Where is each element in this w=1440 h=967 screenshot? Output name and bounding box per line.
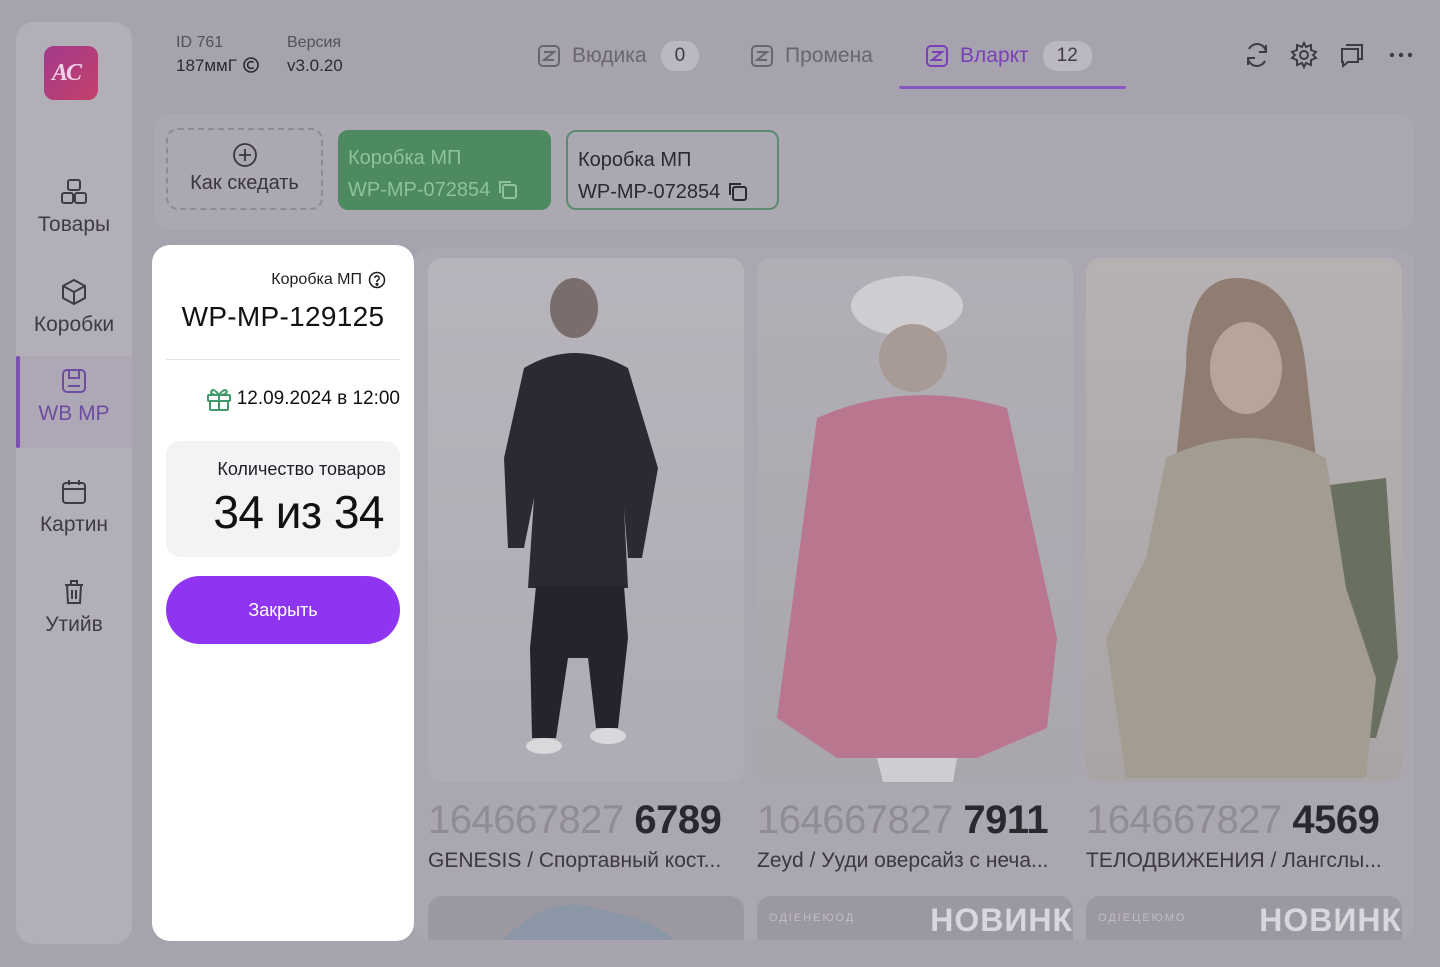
refresh-icon[interactable] bbox=[1242, 40, 1272, 70]
product-card-partial[interactable]: ОДІЕЦЕЮМО НОВИНК bbox=[1086, 896, 1402, 940]
box-date: 12.09.2024 в 12:00 bbox=[205, 385, 400, 413]
close-button[interactable]: Закрыть bbox=[166, 576, 400, 644]
account-id: ID 761 187ммГ bbox=[176, 34, 260, 76]
tab-count-badge: 0 bbox=[660, 41, 700, 71]
divider bbox=[166, 359, 400, 360]
chat-icon[interactable] bbox=[1337, 40, 1367, 70]
tab-changes[interactable]: Промена bbox=[749, 38, 873, 74]
copyright-icon bbox=[242, 57, 259, 73]
tab-document-icon bbox=[538, 45, 560, 67]
product-name: Zeyd / Ууди оверсайз с неча... bbox=[757, 849, 1049, 872]
product-photo bbox=[757, 258, 1073, 782]
product-sku: 164667827 6789 bbox=[428, 798, 722, 842]
model-silhouette bbox=[1106, 278, 1398, 778]
tab-new[interactable]: Вюдика 0 bbox=[536, 38, 700, 74]
create-box-button[interactable]: Как скедать bbox=[166, 128, 323, 210]
tab-document-icon bbox=[751, 45, 773, 67]
calendar-icon bbox=[62, 480, 86, 504]
sidebar-item-label: Коробки bbox=[33, 313, 115, 336]
product-card-partial[interactable] bbox=[428, 896, 744, 940]
app-logo[interactable]: AC bbox=[44, 46, 98, 100]
plus-circle-icon bbox=[232, 143, 257, 167]
sidebar-item-label: WB MP bbox=[38, 402, 110, 425]
new-badge: НОВИНК bbox=[1259, 902, 1402, 938]
partial-photo bbox=[502, 904, 675, 940]
tab-document-icon bbox=[926, 45, 948, 67]
box-details-popup: Коробка МП WP-MP-129125 12.09.2024 в 12:… bbox=[152, 245, 414, 941]
settings-icon[interactable] bbox=[1289, 40, 1319, 70]
product-name: GENESIS / Спортавный кост... bbox=[428, 849, 722, 872]
box-icon bbox=[62, 278, 86, 306]
sidebar-item-label: Товары bbox=[37, 213, 111, 236]
sidebar: AC Товары Коробки WB MP Картин Утийв bbox=[16, 22, 132, 944]
items-count-value: 34 из 34 bbox=[213, 486, 384, 538]
sidebar-item-products[interactable]: Товары bbox=[16, 167, 132, 259]
model-silhouette bbox=[777, 276, 1057, 782]
copy-icon[interactable] bbox=[496, 178, 518, 200]
more-icon[interactable] bbox=[1386, 40, 1416, 70]
trash-icon bbox=[65, 580, 83, 604]
sidebar-item-boxes[interactable]: Коробки bbox=[16, 267, 132, 359]
sidebar-item-disposal[interactable]: Утийв bbox=[16, 567, 132, 659]
help-icon[interactable] bbox=[368, 271, 386, 289]
popup-label: Коробка МП bbox=[271, 271, 386, 289]
box-chip[interactable]: Коробка МП WP-MP-072854 bbox=[566, 130, 779, 210]
gift-icon bbox=[206, 389, 231, 411]
model-silhouette bbox=[504, 278, 658, 754]
copy-icon[interactable] bbox=[726, 180, 748, 202]
product-sku: 164667827 4569 bbox=[1086, 798, 1380, 842]
top-bar: ID 761 187ммГ Версия v3.0.20 Вюдика 0 Пр… bbox=[132, 0, 1440, 100]
product-grid: 164667827 6789 GENESIS / Спортавный кост… bbox=[414, 248, 1414, 940]
product-photo bbox=[428, 258, 744, 782]
items-count-card: Количество товаров 34 из 34 bbox=[166, 441, 400, 557]
product-card[interactable]: 164667827 6789 GENESIS / Спортавный кост… bbox=[428, 258, 744, 873]
sidebar-item-label: Утийв bbox=[45, 613, 103, 636]
sidebar-item-pictures[interactable]: Картин bbox=[16, 467, 132, 559]
tab-count-badge: 12 bbox=[1042, 41, 1092, 71]
product-card[interactable]: 164667827 4569 ТЕЛОДВИЖЕНИЯ / Лангслы... bbox=[1086, 258, 1402, 873]
app-version: Версия v3.0.20 bbox=[287, 34, 343, 75]
new-badge: НОВИНК bbox=[930, 902, 1073, 938]
tab-active[interactable]: Вларкт 12 bbox=[924, 38, 1092, 74]
box-code: WP-MP-129125 bbox=[181, 301, 385, 332]
product-card[interactable]: 164667827 7911 Zeyd / Ууди оверсайз с не… bbox=[757, 258, 1073, 873]
product-name: ТЕЛОДВИЖЕНИЯ / Лангслы... bbox=[1086, 849, 1382, 872]
active-tab-indicator bbox=[899, 86, 1126, 89]
sidebar-item-label: Картин bbox=[39, 513, 109, 536]
product-card-partial[interactable]: ОДІЕНЕЮОД НОВИНК bbox=[757, 896, 1073, 940]
save-box-icon bbox=[62, 369, 86, 393]
box-chip[interactable]: Коробка МП WP-MP-072854 bbox=[338, 130, 551, 210]
shapes-icon bbox=[61, 179, 87, 204]
sidebar-item-wb-mp[interactable]: WB MP bbox=[16, 356, 132, 448]
product-photo bbox=[1086, 258, 1402, 782]
product-sku: 164667827 7911 bbox=[757, 798, 1049, 842]
